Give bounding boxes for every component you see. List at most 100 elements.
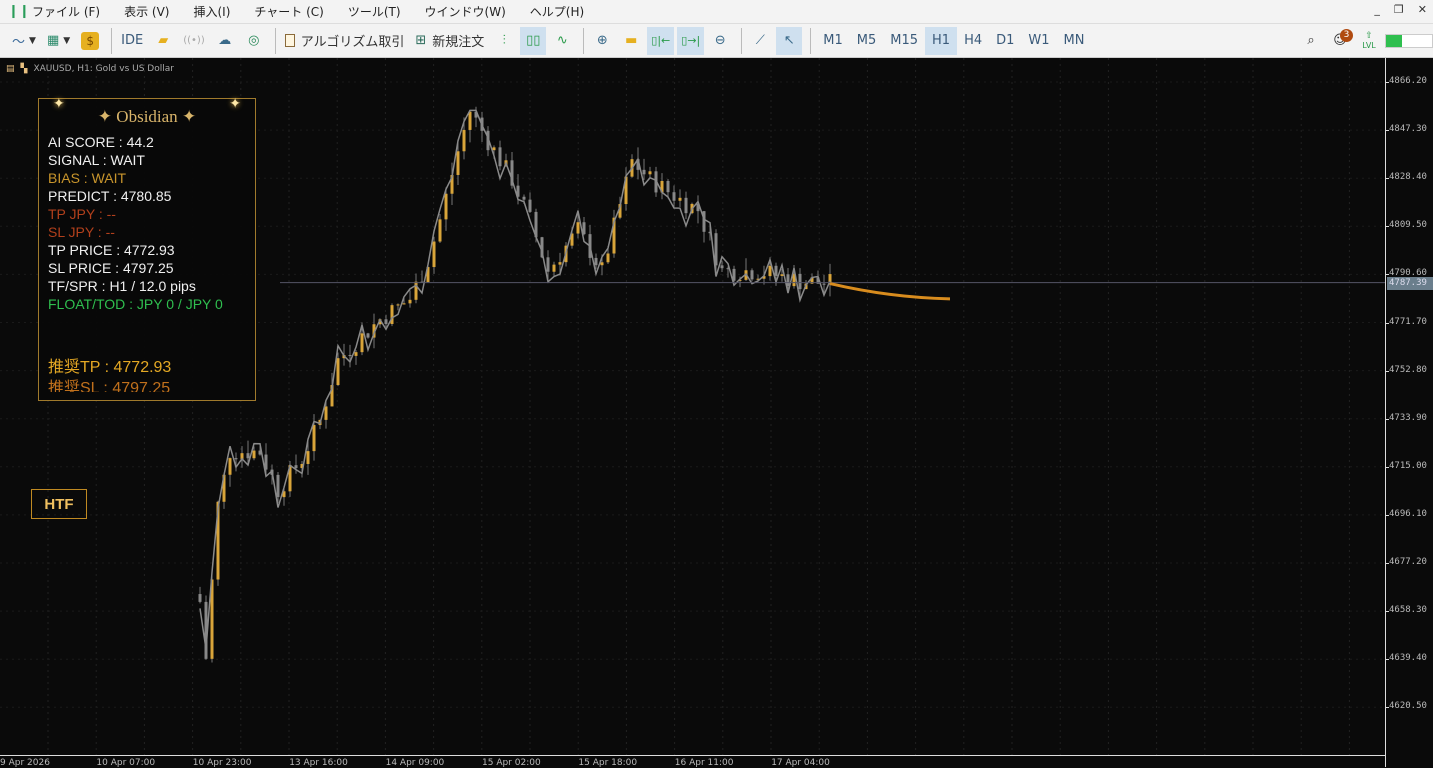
menu-help[interactable]: ヘルプ(H) bbox=[530, 3, 584, 20]
candle-body bbox=[774, 265, 778, 276]
search-button[interactable]: ⌕ bbox=[1298, 27, 1324, 55]
tf-m1[interactable]: M1 bbox=[816, 27, 850, 55]
account-button[interactable]: ☺ 3 bbox=[1327, 27, 1353, 55]
candlestick-button[interactable]: ▯▯ bbox=[520, 26, 547, 55]
signals-button[interactable]: ((•)) bbox=[179, 27, 209, 55]
bar-chart-icon: ⫶ bbox=[502, 33, 506, 48]
chart-title-bar: ▤ ▚ XAUUSD, H1: Gold vs US Dollar bbox=[6, 64, 174, 74]
level-progress-fill bbox=[1386, 34, 1403, 47]
menu-view[interactable]: 表示 (V) bbox=[124, 3, 169, 20]
tf-d1[interactable]: D1 bbox=[989, 27, 1021, 55]
candle-body bbox=[666, 180, 670, 193]
toolbar: 〜 ▼ ▦ ▼ $ IDE ▰ ((•)) ☁ ◎ アルゴリズム取引 ⊞ 新規注文 ⫶… bbox=[0, 23, 1433, 58]
candle-body bbox=[360, 333, 364, 353]
candle-body bbox=[462, 129, 466, 152]
candle-body bbox=[294, 465, 298, 469]
bias: BIAS : WAIT bbox=[48, 170, 127, 186]
menu-chart[interactable]: チャート (C) bbox=[254, 3, 323, 20]
candle-body bbox=[306, 451, 310, 464]
data-window-icon[interactable]: ▤ bbox=[6, 64, 15, 74]
float-today: FLOAT/TOD : JPY 0 / JPY 0 bbox=[48, 296, 223, 312]
menu-tools[interactable]: ツール(T) bbox=[348, 3, 401, 20]
fingerprint-add-icon: ◎ bbox=[248, 33, 260, 48]
candle-body bbox=[798, 273, 802, 290]
menu-file[interactable]: ファイル (F) bbox=[32, 3, 100, 20]
candle-body bbox=[768, 265, 772, 277]
chart-shift-button[interactable]: ▯→| bbox=[677, 26, 705, 55]
candle-body bbox=[492, 147, 496, 151]
symbol-icon[interactable]: ▚ bbox=[21, 64, 28, 74]
new-order-button[interactable]: ⊞ 新規注文 bbox=[411, 27, 488, 55]
sl-jpy: SL JPY : -- bbox=[48, 224, 115, 240]
tp-jpy: TP JPY : -- bbox=[48, 206, 116, 222]
trendline-button[interactable]: ⟋ bbox=[747, 27, 773, 55]
close-button[interactable]: ✕ bbox=[1418, 3, 1427, 16]
candle-body bbox=[396, 304, 400, 306]
price-label: 4809.50 bbox=[1389, 220, 1427, 231]
algo-trading-button[interactable]: アルゴリズム取引 bbox=[281, 27, 409, 55]
candle-body bbox=[678, 197, 682, 201]
line-chart-icon: 〜 bbox=[12, 35, 26, 50]
menu-insert[interactable]: 挿入(I) bbox=[193, 3, 230, 20]
zoom-in-button[interactable]: ⊕ bbox=[589, 27, 615, 55]
cursor-icon: ↖ bbox=[783, 33, 795, 48]
autoscroll-button[interactable]: ▯|← bbox=[647, 26, 675, 55]
tf-w1[interactable]: W1 bbox=[1021, 27, 1056, 55]
candle-body bbox=[750, 270, 754, 280]
bar-chart-button[interactable]: ⫶ bbox=[491, 27, 517, 55]
tf-m15[interactable]: M15 bbox=[883, 27, 925, 55]
candle-body bbox=[456, 151, 460, 175]
notification-badge: 3 bbox=[1340, 28, 1353, 42]
folder-icon: ▬ bbox=[625, 33, 638, 48]
tf-h4[interactable]: H4 bbox=[957, 27, 989, 55]
price-label: 4677.20 bbox=[1389, 557, 1427, 567]
candle-body bbox=[408, 299, 412, 304]
algo-checkbox-icon bbox=[284, 34, 295, 47]
divider bbox=[810, 27, 812, 54]
cloud-button[interactable]: ☁ bbox=[212, 27, 238, 55]
app-candles-icon: ❙❙ bbox=[8, 3, 30, 19]
candle-body bbox=[720, 265, 724, 269]
signal: SIGNAL : WAIT bbox=[48, 152, 145, 168]
templates-button[interactable]: ▬ bbox=[618, 27, 644, 55]
price-label: 4752.80 bbox=[1389, 364, 1427, 375]
indicator-chart-icon: ▦ bbox=[46, 33, 60, 48]
line-chart-button[interactable]: ∿ bbox=[549, 27, 575, 55]
candle-body bbox=[402, 303, 406, 305]
chart-type-dropdown[interactable]: 〜 ▼ bbox=[8, 27, 40, 55]
search-icon: ⌕ bbox=[1307, 33, 1315, 48]
htf-button[interactable]: HTF bbox=[31, 489, 87, 519]
candle-body bbox=[576, 222, 580, 234]
zoom-out-button[interactable]: ⊖ bbox=[707, 27, 733, 55]
tf-mn[interactable]: MN bbox=[1057, 27, 1092, 55]
obsidian-info-panel: ✦ ✦ ✦ Obsidian ✦ AI SCORE : 44.2 SIGNAL … bbox=[38, 95, 256, 401]
dollar-icon: $ bbox=[81, 31, 100, 50]
scroll-left-icon: ▯|← bbox=[651, 34, 671, 47]
time-axis[interactable]: 9 Apr 2026 10 Apr 07:00 10 Apr 23:00 13 Apr… bbox=[0, 755, 1385, 768]
tp-price: TP PRICE : 4772.93 bbox=[48, 242, 175, 258]
level-button[interactable]: ⇧ LVL bbox=[1356, 27, 1382, 55]
signal-icon: ((•)) bbox=[183, 35, 205, 46]
cloud-icon: ☁ bbox=[218, 33, 232, 48]
candle-body bbox=[432, 241, 436, 268]
price-label: 4715.00 bbox=[1389, 460, 1427, 471]
minimize-button[interactable]: _ bbox=[1374, 3, 1380, 16]
candle-body bbox=[672, 192, 676, 201]
tf-m5[interactable]: M5 bbox=[850, 27, 884, 55]
market-button[interactable]: $ bbox=[77, 27, 103, 55]
candle-body bbox=[786, 274, 790, 287]
tf-h1[interactable]: H1 bbox=[925, 26, 958, 55]
ide-button[interactable]: IDE bbox=[117, 27, 147, 55]
candle-body bbox=[348, 354, 352, 356]
candle-body bbox=[312, 425, 316, 452]
shopping-bag-button[interactable]: ▰ bbox=[150, 27, 176, 55]
menu-window[interactable]: ウインドウ(W) bbox=[425, 3, 506, 20]
price-line bbox=[199, 109, 831, 650]
cursor-button[interactable]: ↖ bbox=[776, 26, 803, 55]
restore-button[interactable]: ❐ bbox=[1394, 3, 1404, 16]
vps-button[interactable]: ◎ bbox=[241, 27, 267, 55]
indicators-dropdown[interactable]: ▦ ▼ bbox=[43, 27, 74, 55]
candle-body bbox=[354, 352, 358, 356]
candle-body bbox=[276, 474, 280, 498]
price-axis[interactable]: 4787.39 4866.20 4847.30 4828.40 4809.50 4790.… bbox=[1385, 58, 1433, 767]
